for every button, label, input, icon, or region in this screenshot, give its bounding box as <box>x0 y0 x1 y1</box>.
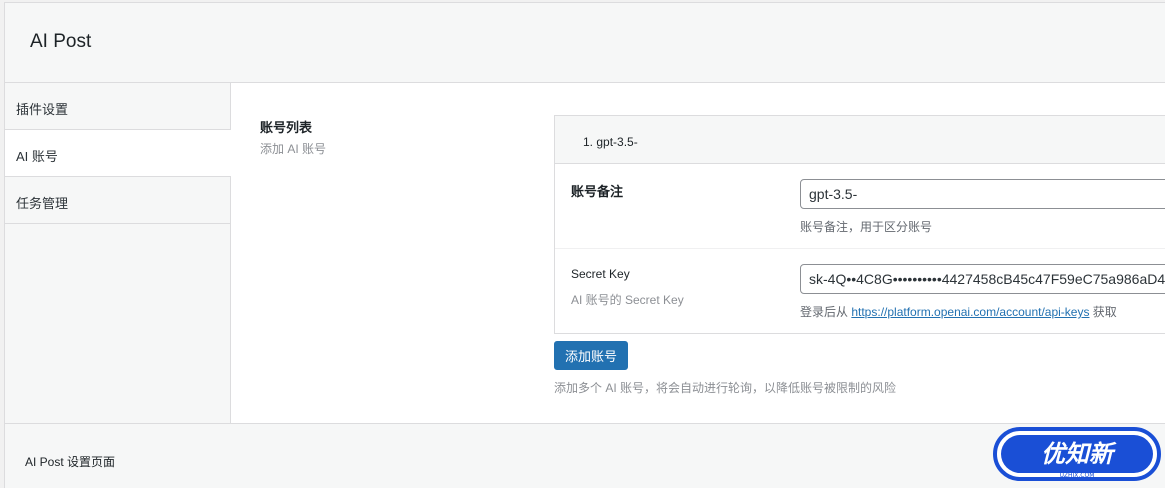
add-account-description: 添加多个 AI 账号，将会自动进行轮询，以降低账号被限制的风险 <box>554 381 897 395</box>
secret-key-row: Secret Key AI 账号的 Secret Key 登录后从 https:… <box>555 249 1165 333</box>
secret-key-label: Secret Key <box>571 267 630 281</box>
account-card: 1. gpt-3.5- 账号备注 账号备注，用于区分账号 Secret Key … <box>554 115 1165 334</box>
account-note-row: 账号备注 账号备注，用于区分账号 <box>555 164 1165 249</box>
sidebar-item-label: 任务管理 <box>16 196 69 211</box>
main-panel: 账号列表 添加 AI 账号 1. gpt-3.5- 账号备注 账号备注，用于区分… <box>231 83 1165 423</box>
account-note-help: 账号备注，用于区分账号 <box>800 220 933 234</box>
watermark-logo: 优知新 UZHIX.COM <box>993 427 1161 481</box>
watermark-text: 优知新 <box>1041 440 1117 468</box>
section-description: 添加 AI 账号 <box>260 142 327 156</box>
add-account-button[interactable]: 添加账号 <box>554 341 628 370</box>
section-title: 账号列表 <box>260 120 313 135</box>
sidebar-item-ai-accounts[interactable]: AI 账号 <box>5 130 231 177</box>
page-title: AI Post <box>30 31 92 52</box>
account-note-input[interactable] <box>800 179 1165 209</box>
secret-key-help-suffix: 获取 <box>1089 305 1117 319</box>
sidebar-item-plugin-settings[interactable]: 插件设置 <box>5 83 230 130</box>
page-footer: AI Post 设置页面 <box>5 423 1165 488</box>
account-card-header[interactable]: 1. gpt-3.5- <box>555 116 1165 164</box>
sidebar-item-task-management[interactable]: 任务管理 <box>5 177 230 224</box>
footer-text: AI Post 设置页面 <box>25 455 116 469</box>
secret-key-help: 登录后从 https://platform.openai.com/account… <box>800 303 1117 320</box>
sidebar-item-label: AI 账号 <box>16 149 58 164</box>
sidebar-item-label: 插件设置 <box>16 102 69 117</box>
api-keys-link[interactable]: https://platform.openai.com/account/api-… <box>851 305 1089 319</box>
secret-key-input[interactable] <box>800 264 1165 294</box>
settings-sidebar: 插件设置 AI 账号 任务管理 <box>5 83 231 423</box>
secret-key-help-prefix: 登录后从 <box>800 305 852 319</box>
settings-window: AI Post 插件设置 AI 账号 任务管理 账号列表 添加 AI 账号 1.… <box>4 2 1165 488</box>
secret-key-sublabel: AI 账号的 Secret Key <box>571 293 684 307</box>
page-header: AI Post <box>5 3 1165 83</box>
watermark-subtext: UZHIX.COM <box>1060 472 1095 479</box>
account-note-label: 账号备注 <box>571 184 624 199</box>
